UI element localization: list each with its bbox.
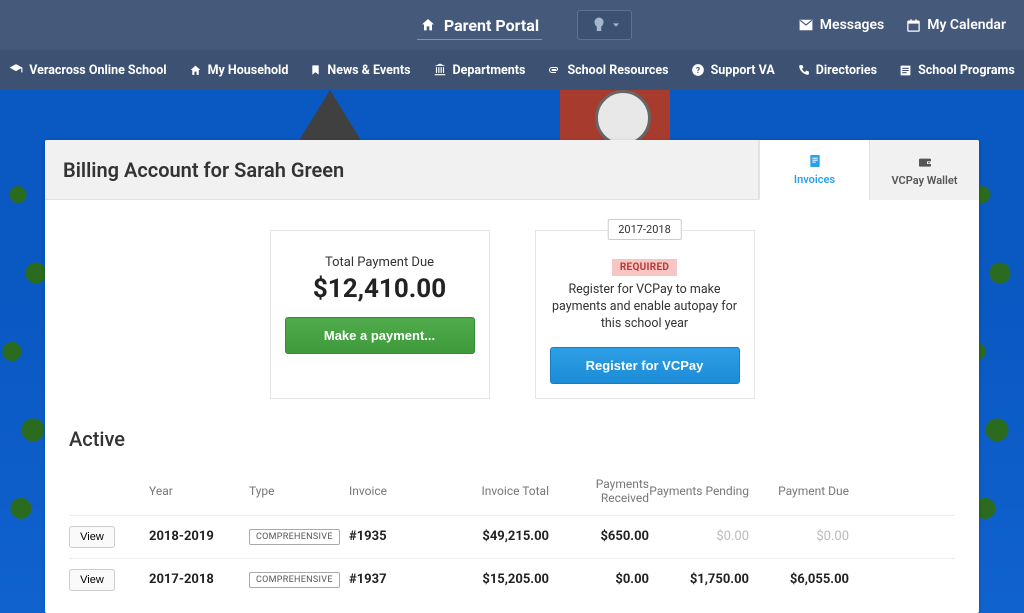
portal-title-text: Parent Portal [444,16,539,35]
page-title: Billing Account for Sarah Green [63,158,344,182]
tab-wallet-label: VCPay Wallet [891,174,957,187]
graduation-icon [9,63,23,77]
svg-text:?: ? [696,65,700,75]
chevron-down-icon [612,21,620,29]
nav-programs[interactable]: School Programs [899,63,1015,78]
building-icon [433,63,447,77]
cell-year: 2018-2019 [149,529,249,544]
main-card: Billing Account for Sarah Green Invoices… [45,140,979,613]
cell-pending: $0.00 [649,529,749,544]
cell-due: $6,055.00 [749,572,849,587]
col-type: Type [249,484,349,498]
calendar-link[interactable]: My Calendar [906,17,1006,33]
home-icon [420,17,436,33]
nav-resources[interactable]: School Resources [547,63,668,78]
bookmark-icon [310,63,321,77]
nav-household[interactable]: My Household [189,63,289,78]
cell-invoice: #1937 [349,572,449,587]
cell-year: 2017-2018 [149,572,249,587]
wallet-icon [916,154,934,170]
invoice-icon [806,153,824,169]
col-due: Payment Due [749,484,849,498]
cell-type: COMPREHENSIVE [249,529,340,545]
cell-total: $15,205.00 [449,572,549,587]
tabs: Invoices VCPay Wallet [759,140,979,200]
active-section-title: Active [45,419,979,453]
table-row: View 2017-2018 COMPREHENSIVE #1937 $15,2… [69,558,955,601]
tab-invoices-label: Invoices [794,173,835,186]
calendar-icon [906,18,921,33]
phone-icon [797,64,810,77]
attachment-icon [547,64,561,76]
list-icon [899,64,912,77]
grid-header: Year Type Invoice Invoice Total Payments… [69,463,955,515]
register-vcpay-button[interactable]: Register for VCPay [550,347,740,384]
cell-invoice: #1935 [349,529,449,544]
messages-link[interactable]: Messages [798,17,884,33]
school-logo-icon [590,16,608,34]
nav-bar: Veracross Online School My Household New… [0,50,1024,90]
cell-received: $650.00 [549,529,649,544]
payment-due-box: Total Payment Due $12,410.00 Make a paym… [270,230,490,399]
portal-title[interactable]: Parent Portal [392,0,567,50]
year-chip: 2017-2018 [607,219,682,240]
invoices-grid: Year Type Invoice Invoice Total Payments… [45,453,979,601]
payment-due-amount: $12,410.00 [285,274,475,304]
home-icon [189,64,202,77]
nav-departments[interactable]: Departments [433,63,526,78]
school-switcher[interactable] [577,10,632,40]
cell-due: $0.00 [749,529,849,544]
cell-pending: $1,750.00 [649,572,749,587]
col-total: Invoice Total [449,484,549,498]
make-payment-button[interactable]: Make a payment... [285,317,475,354]
cell-received: $0.00 [549,572,649,587]
card-header: Billing Account for Sarah Green Invoices… [45,140,979,200]
tab-wallet[interactable]: VCPay Wallet [869,140,979,200]
nav-support[interactable]: ? Support VA [691,63,775,78]
payment-due-label: Total Payment Due [285,255,475,270]
top-header: Parent Portal Messages My Calendar [0,0,1024,50]
col-invoice: Invoice [349,484,449,498]
view-button[interactable]: View [69,569,115,591]
top-right-links: Messages My Calendar [798,0,1006,50]
cell-total: $49,215.00 [449,529,549,544]
calendar-label: My Calendar [927,17,1006,33]
messages-label: Messages [820,17,884,33]
required-badge: REQUIRED [612,259,677,276]
mail-icon [798,18,814,32]
view-button[interactable]: View [69,526,115,548]
tab-invoices[interactable]: Invoices [759,140,869,200]
table-row: View 2018-2019 COMPREHENSIVE #1935 $49,2… [69,515,955,558]
col-pending: Payments Pending [649,484,749,498]
cell-type: COMPREHENSIVE [249,572,340,588]
summary-row: Total Payment Due $12,410.00 Make a paym… [45,200,979,419]
register-vcpay-box: 2017-2018 REQUIRED Register for VCPay to… [535,230,755,399]
nav-news[interactable]: News & Events [310,63,410,78]
col-received: Payments Received [549,477,649,505]
nav-directories[interactable]: Directories [797,63,877,78]
help-icon: ? [691,63,705,77]
register-text: Register for VCPay to make payments and … [550,282,740,333]
nav-online-school[interactable]: Veracross Online School [9,63,166,78]
col-year: Year [149,484,249,498]
